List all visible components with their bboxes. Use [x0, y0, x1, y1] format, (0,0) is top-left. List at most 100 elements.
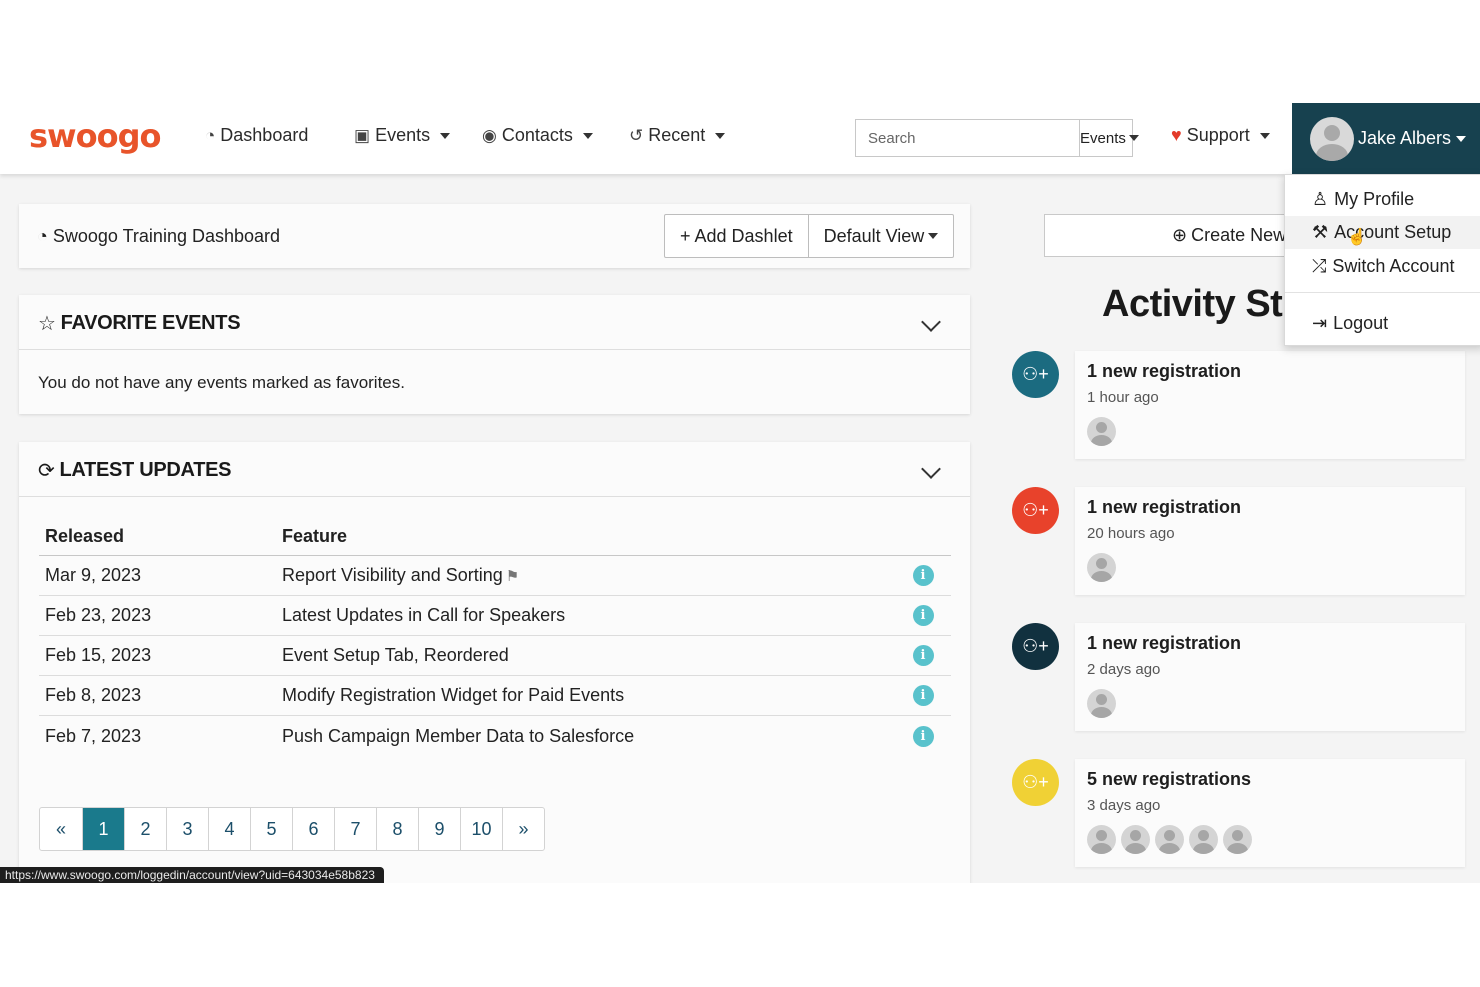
calendar-check-icon: ▣ — [354, 125, 371, 145]
released-cell: Feb 7, 2023 — [45, 725, 142, 746]
avatar[interactable] — [1087, 553, 1116, 582]
table-header-row: Released Feature — [39, 518, 951, 556]
top-navbar: swoogo ◔ Dashboard ▣ Events ◉ Contacts ↺… — [0, 103, 1480, 174]
pagination-page-4[interactable]: 4 — [208, 808, 250, 850]
plus-circle-icon: ⊕ — [1172, 225, 1188, 245]
column-header-released: Released — [45, 526, 125, 546]
hand-cursor-icon: ☝ — [1347, 229, 1367, 246]
activity-title: 1 new registration — [1087, 633, 1242, 653]
released-cell: Feb 8, 2023 — [45, 685, 142, 705]
info-icon[interactable]: i — [912, 685, 934, 706]
add-dashlet-button[interactable]: + Add Dashlet — [665, 215, 808, 257]
activity-item[interactable]: 1 new registration 2 days ago — [1075, 623, 1465, 731]
star-icon: ☆ — [38, 313, 56, 335]
nav-events-label: Events — [375, 125, 431, 145]
favorite-events-title-text: FAVORITE EVENTS — [60, 312, 241, 334]
search-bar: Events — [855, 119, 1139, 157]
menu-item-logout[interactable]: ⇥ Logout — [1285, 307, 1480, 340]
pagination-page-6[interactable]: 6 — [292, 808, 334, 850]
pagination-page-5[interactable]: 5 — [250, 808, 292, 850]
feature-cell[interactable]: Report Visibility and Sorting ⚑ — [282, 565, 895, 586]
menu-item-label: Logout — [1333, 313, 1389, 333]
activity-item[interactable]: 1 new registration 1 hour ago — [1075, 351, 1465, 459]
feature-cell[interactable]: Event Setup Tab, Reordered — [282, 645, 895, 666]
user-icon: ♙ — [1312, 189, 1329, 209]
avatar[interactable] — [1087, 689, 1116, 718]
pagination-page-3[interactable]: 3 — [166, 808, 208, 850]
nav-dashboard-label: Dashboard — [220, 125, 309, 145]
activity-time: 20 hours ago — [1087, 525, 1175, 542]
activity-time: 2 days ago — [1087, 661, 1161, 678]
search-input[interactable] — [856, 120, 1080, 156]
gauge-icon: ◔ — [205, 125, 216, 145]
default-view-label: Default View — [823, 225, 925, 246]
feature-cell[interactable]: Push Campaign Member Data to Salesforce — [282, 726, 895, 747]
info-icon[interactable]: i — [912, 645, 934, 666]
activity-title: 1 new registration — [1087, 497, 1242, 517]
activity-item[interactable]: 1 new registration 20 hours ago — [1075, 487, 1465, 595]
pagination-page-1[interactable]: 1 — [82, 808, 124, 850]
released-cell: Feb 23, 2023 — [45, 605, 152, 625]
avatar[interactable] — [1121, 825, 1150, 854]
search-scope-select[interactable]: Events — [1080, 120, 1139, 156]
nav-support-label: Support — [1186, 125, 1250, 145]
plus-icon: + — [680, 225, 691, 246]
released-cell: Mar 9, 2023 — [45, 565, 142, 585]
pagination-next[interactable]: » — [502, 808, 544, 850]
nav-contacts[interactable]: ◉ Contacts — [482, 125, 593, 146]
avatar[interactable] — [1087, 825, 1116, 854]
swoogo-logo[interactable]: swoogo — [29, 117, 161, 155]
info-icon[interactable]: i — [912, 565, 934, 586]
caret-down-icon — [1456, 135, 1467, 142]
avatar[interactable] — [1189, 825, 1218, 854]
dashboard-header: ◔ Swoogo Training Dashboard + Add Dashle… — [19, 204, 970, 268]
nav-support[interactable]: ♥ Support — [1171, 125, 1270, 146]
user-menu-toggle[interactable]: Jake Albers — [1292, 103, 1480, 174]
dashboard-actions: + Add Dashlet Default View — [664, 214, 955, 258]
column-header-feature: Feature — [282, 526, 348, 546]
table-row: Feb 8, 2023 Modify Registration Widget f… — [39, 676, 951, 716]
feature-cell[interactable]: Modify Registration Widget for Paid Even… — [282, 685, 895, 706]
caret-down-icon — [440, 132, 451, 139]
favorite-events-header: ☆ FAVORITE EVENTS — [19, 295, 970, 350]
pagination-page-8[interactable]: 8 — [376, 808, 418, 850]
table-row: Feb 23, 2023 Latest Updates in Call for … — [39, 596, 951, 636]
pagination-page-7[interactable]: 7 — [334, 808, 376, 850]
activity-item[interactable]: 5 new registrations 3 days ago — [1075, 759, 1465, 867]
pagination: « 1 2 3 4 5 6 7 8 9 10 » — [39, 807, 545, 851]
feature-cell[interactable]: Latest Updates in Call for Speakers — [282, 605, 895, 626]
add-user-icon: ⚇+ — [1012, 623, 1059, 670]
add-dashlet-label: Add Dashlet — [694, 225, 793, 246]
activity-title: 1 new registration — [1087, 361, 1242, 381]
avatar-list — [1087, 825, 1252, 854]
shuffle-icon: ⤮ — [1312, 256, 1327, 276]
menu-item-account-setup[interactable]: ⚒ Account Setup — [1285, 216, 1480, 249]
flag-icon: ⚑ — [505, 568, 520, 585]
caret-down-icon — [582, 132, 593, 139]
favorites-empty-message: You do not have any events marked as fav… — [38, 373, 405, 392]
pagination-prev[interactable]: « — [40, 808, 82, 850]
feature-text: Report Visibility and Sorting — [282, 565, 503, 585]
avatar[interactable] — [1155, 825, 1184, 854]
user-avatar — [1310, 116, 1354, 161]
activity-stream-title: Activity St — [1102, 283, 1283, 325]
collapse-chevron-icon[interactable] — [921, 312, 941, 332]
nav-events[interactable]: ▣ Events — [354, 125, 451, 146]
info-icon[interactable]: i — [912, 605, 934, 626]
caret-down-icon — [928, 233, 939, 239]
menu-item-switch-account[interactable]: ⤮ Switch Account — [1285, 250, 1480, 283]
activity-title: 5 new registrations — [1087, 769, 1252, 789]
nav-recent-label: Recent — [648, 125, 706, 145]
default-view-dropdown[interactable]: Default View — [807, 215, 954, 257]
pagination-page-9[interactable]: 9 — [418, 808, 460, 850]
add-user-icon: ⚇+ — [1012, 487, 1059, 534]
pagination-page-2[interactable]: 2 — [124, 808, 166, 850]
info-icon[interactable]: i — [912, 725, 934, 747]
nav-dashboard[interactable]: ◔ Dashboard — [205, 125, 308, 146]
avatar[interactable] — [1223, 825, 1252, 854]
menu-item-my-profile[interactable]: ♙ My Profile — [1285, 183, 1480, 216]
pagination-page-10[interactable]: 10 — [460, 808, 502, 850]
avatar[interactable] — [1087, 417, 1116, 446]
collapse-chevron-icon[interactable] — [921, 459, 941, 479]
nav-recent[interactable]: ↺ Recent — [629, 125, 726, 146]
